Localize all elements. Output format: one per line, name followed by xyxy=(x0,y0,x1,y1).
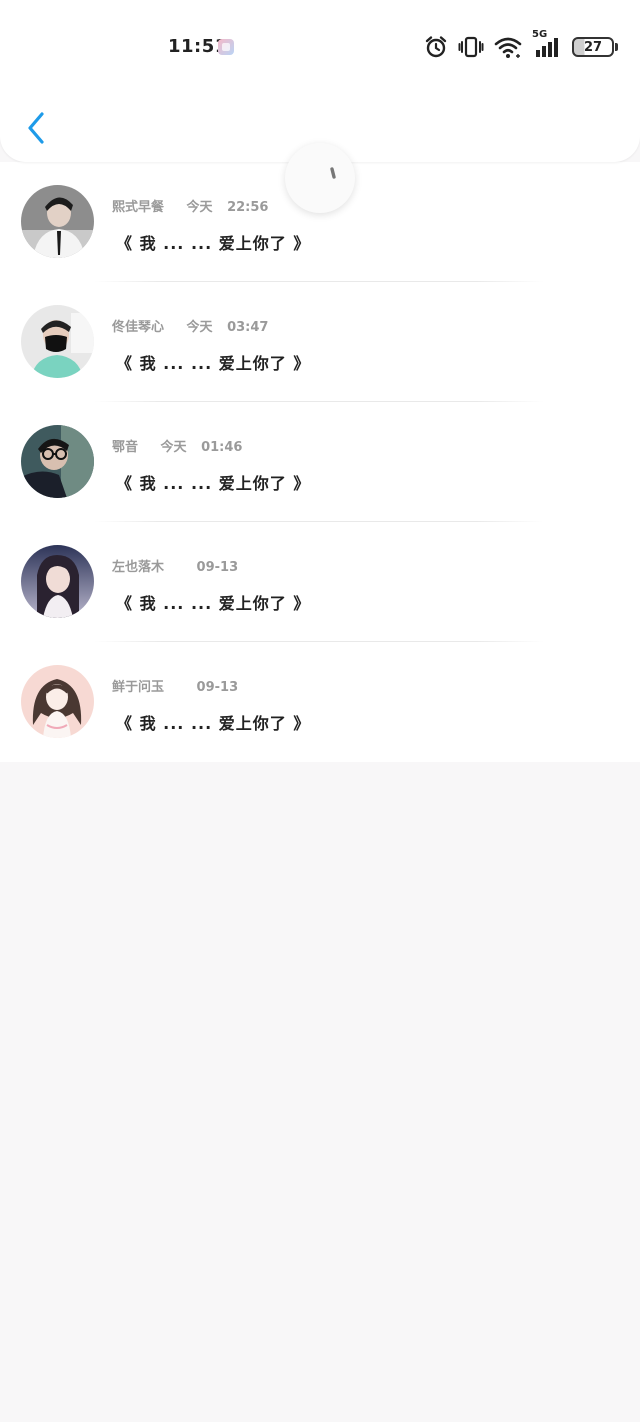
message-time: 09-13 xyxy=(196,680,239,695)
wifi-icon xyxy=(494,35,522,59)
list-item[interactable]: 鲜于问玉 09-13 《 我 ... ... 爱上你了 》 xyxy=(0,642,640,762)
user-photo-icon xyxy=(21,305,94,378)
list-item[interactable]: 左也落木 09-13 《 我 ... ... 爱上你了 》 xyxy=(0,522,640,642)
app-notification-icon xyxy=(218,39,234,55)
user-photo-icon xyxy=(21,425,94,498)
list-item[interactable]: 佟佳琴心 今天 03:47 《 我 ... ... 爱上你了 》 xyxy=(0,282,640,402)
battery-icon: 27 xyxy=(572,37,614,57)
top-bar: 11:51 5G 27 xyxy=(0,0,640,162)
sender-name: 左也落木 xyxy=(112,560,165,575)
avatar[interactable] xyxy=(21,425,94,498)
alarm-icon xyxy=(424,35,448,59)
sender-name: 鲜于问玉 xyxy=(112,680,165,695)
message-preview: 《 我 ... ... 爱上你了 》 xyxy=(116,594,311,613)
message-time: 01:46 xyxy=(201,440,243,455)
back-button[interactable] xyxy=(18,106,54,150)
message-meta: 鲜于问玉 09-13 xyxy=(112,676,238,695)
message-meta: 熙式早餐 今天 22:56 xyxy=(112,196,268,215)
message-time: 03:47 xyxy=(227,320,269,335)
message-meta: 鄂音 今天 01:46 xyxy=(112,436,242,455)
sender-name: 熙式早餐 xyxy=(112,200,165,215)
message-meta: 佟佳琴心 今天 03:47 xyxy=(112,316,268,335)
message-preview: 《 我 ... ... 爱上你了 》 xyxy=(116,714,311,733)
list-item[interactable]: 鄂音 今天 01:46 《 我 ... ... 爱上你了 》 xyxy=(0,402,640,522)
signal-5g-icon: 5G xyxy=(532,29,562,59)
message-preview: 《 我 ... ... 爱上你了 》 xyxy=(116,474,311,493)
vibrate-icon xyxy=(458,35,484,59)
message-time: 09-13 xyxy=(196,560,239,575)
loading-spinner xyxy=(285,143,355,213)
sender-name: 鄂音 xyxy=(112,440,139,455)
user-photo-icon xyxy=(21,665,94,738)
message-date: 今天 xyxy=(186,320,213,335)
message-date: 今天 xyxy=(160,440,187,455)
user-photo-icon xyxy=(21,545,94,618)
message-list: 熙式早餐 今天 22:56 《 我 ... ... 爱上你了 》 佟佳琴心 今天… xyxy=(0,162,640,762)
sender-name: 佟佳琴心 xyxy=(112,320,165,335)
user-photo-icon xyxy=(21,185,94,258)
battery-tip xyxy=(615,43,618,51)
message-preview: 《 我 ... ... 爱上你了 》 xyxy=(116,354,311,373)
avatar[interactable] xyxy=(21,305,94,378)
message-time: 22:56 xyxy=(227,200,269,215)
message-date: 今天 xyxy=(186,200,213,215)
chevron-left-icon xyxy=(28,112,44,144)
status-icons: 5G 27 xyxy=(414,29,618,61)
battery-level: 27 xyxy=(583,39,603,55)
message-meta: 左也落木 09-13 xyxy=(112,556,238,575)
avatar[interactable] xyxy=(21,185,94,258)
message-preview: 《 我 ... ... 爱上你了 》 xyxy=(116,234,311,253)
avatar[interactable] xyxy=(21,545,94,618)
avatar[interactable] xyxy=(21,665,94,738)
network-type-label: 5G xyxy=(532,29,548,40)
spinner-icon xyxy=(330,167,336,179)
